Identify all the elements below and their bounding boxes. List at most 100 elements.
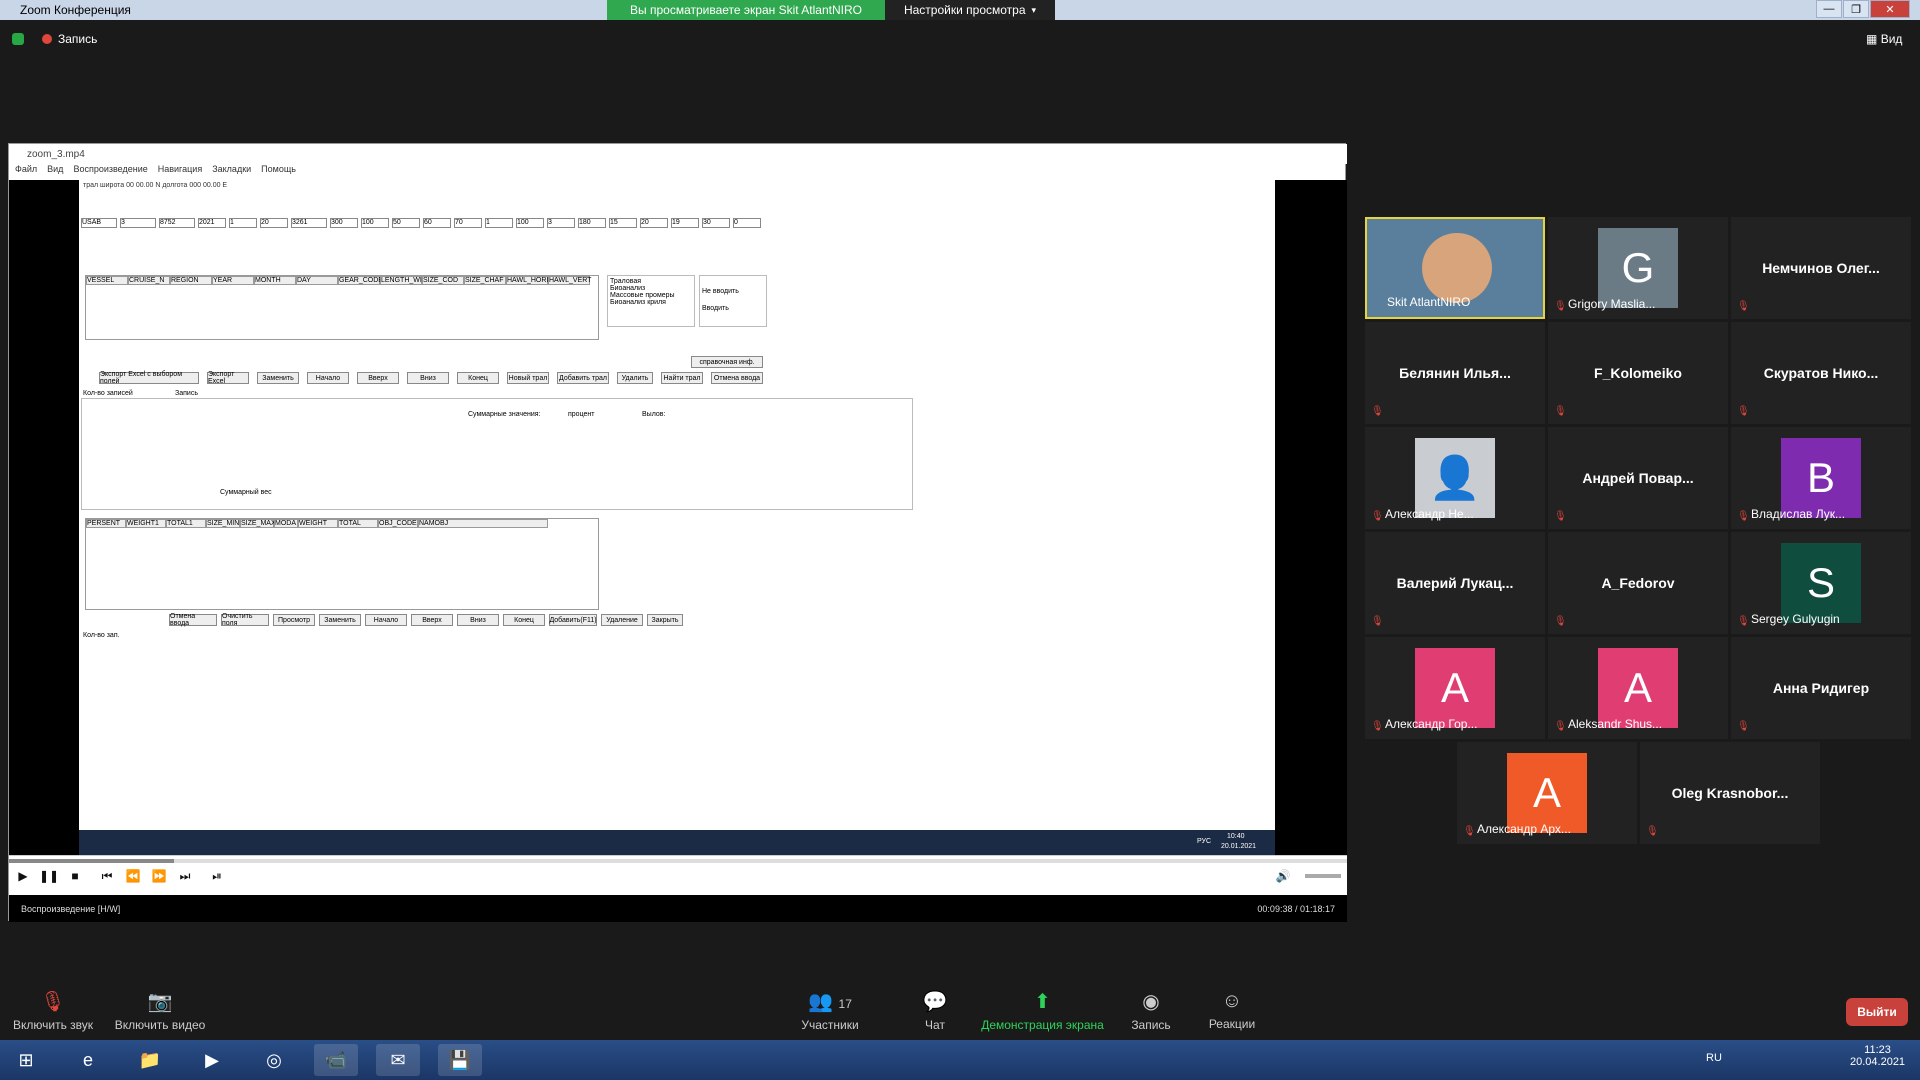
field-fail[interactable]: 0 bbox=[733, 218, 761, 228]
volume-slider[interactable] bbox=[1305, 874, 1341, 878]
participant-tile[interactable]: 👤 Александр Не... 🎙 bbox=[1365, 427, 1545, 529]
reference-button[interactable]: справочная инф. bbox=[691, 356, 763, 368]
volume-icon[interactable]: 🔊 bbox=[1275, 868, 1291, 884]
rewind-icon[interactable]: ⏪ bbox=[125, 868, 141, 884]
participant-tile[interactable]: A_Fedorov 🎙 bbox=[1548, 532, 1728, 634]
field-year[interactable]: 2021 bbox=[198, 218, 226, 228]
internet-explorer-icon[interactable]: e bbox=[66, 1044, 110, 1076]
interval-yes[interactable]: Вводить bbox=[702, 305, 764, 312]
zoom-app-icon[interactable]: 📹 bbox=[314, 1044, 358, 1076]
participant-tile[interactable]: Oleg Krasnobor... 🎙 bbox=[1640, 742, 1820, 844]
messenger-icon[interactable]: ✉ bbox=[376, 1044, 420, 1076]
forward-icon[interactable]: ⏩ bbox=[151, 868, 167, 884]
participant-tile[interactable]: Андрей Повар... 🎙 bbox=[1548, 427, 1728, 529]
down-button-2[interactable]: Вниз bbox=[457, 614, 499, 626]
field-vessel[interactable]: USAB bbox=[81, 218, 117, 228]
down-button[interactable]: Вниз bbox=[407, 372, 449, 384]
chat-button[interactable]: 💬 Чат bbox=[910, 980, 960, 1040]
interval-no[interactable]: Не вводить bbox=[702, 288, 764, 295]
trawl-table[interactable]: VESSEL CRUISE_N REGION YEAR MONTH DAY GE… bbox=[85, 275, 599, 340]
cancel-input-button[interactable]: Отмена ввода bbox=[711, 372, 763, 384]
field-stop[interactable]: 20 bbox=[640, 218, 668, 228]
participant-tile[interactable]: F_Kolomeiko 🎙 bbox=[1548, 322, 1728, 424]
replace-button[interactable]: Заменить bbox=[257, 372, 299, 384]
participant-tile[interactable]: Белянин Илья... 🎙 bbox=[1365, 322, 1545, 424]
database-app-icon[interactable]: 💾 bbox=[438, 1044, 482, 1076]
media-player-icon[interactable]: ▶ bbox=[190, 1044, 234, 1076]
field-hour[interactable]: 15 bbox=[609, 218, 637, 228]
new-trawl-button[interactable]: Новый трал bbox=[507, 372, 549, 384]
catch-table[interactable]: PERSENT WEIGHT1 TOTAL1 SIZE_MIN SIZE_MAX… bbox=[85, 518, 599, 610]
windows-start-icon[interactable]: ⊞ bbox=[4, 1044, 48, 1076]
seek-bar[interactable] bbox=[9, 859, 1347, 863]
menu-playback[interactable]: Воспроизведение bbox=[73, 164, 147, 180]
participant-tile[interactable]: A Aleksandr Shus... 🎙 bbox=[1548, 637, 1728, 739]
pause-icon[interactable]: ❚❚ bbox=[39, 868, 59, 884]
add-trawl-button[interactable]: Добавить трал bbox=[557, 372, 609, 384]
field-gear[interactable]: 3261 bbox=[291, 218, 327, 228]
first-button[interactable]: Начало bbox=[307, 372, 349, 384]
delete-button[interactable]: Удалить bbox=[617, 372, 653, 384]
menu-navigation[interactable]: Навигация bbox=[158, 164, 202, 180]
participant-tile[interactable]: Валерий Лукац... 🎙 bbox=[1365, 532, 1545, 634]
replace-button-2[interactable]: Заменить bbox=[319, 614, 361, 626]
field-trawl-num[interactable]: 1 bbox=[485, 218, 513, 228]
info-type-bioanalysis[interactable]: Биоанализ bbox=[610, 285, 692, 292]
field-course[interactable]: 180 bbox=[578, 218, 606, 228]
start-video-button[interactable]: 📷 Включить видео bbox=[110, 980, 210, 1040]
leave-button[interactable]: Выйти bbox=[1846, 998, 1908, 1026]
menu-file[interactable]: Файл bbox=[15, 164, 37, 180]
field-vert[interactable]: 70 bbox=[454, 218, 482, 228]
file-explorer-icon[interactable]: 📁 bbox=[128, 1044, 172, 1076]
system-clock[interactable]: 11:23 20.04.2021 bbox=[1850, 1044, 1905, 1068]
cancel-input-button-2[interactable]: Отмена ввода bbox=[169, 613, 217, 627]
menu-bookmarks[interactable]: Закладки bbox=[212, 164, 251, 180]
reactions-button[interactable]: ☺ Реакции bbox=[1200, 980, 1264, 1040]
chrome-icon[interactable]: ◎ bbox=[252, 1044, 296, 1076]
field-depth-up[interactable]: 300 bbox=[330, 218, 358, 228]
minimize-button[interactable]: — bbox=[1816, 0, 1842, 18]
participant-tile[interactable]: Немчинов Олег... 🎙 bbox=[1731, 217, 1911, 319]
info-type-mass[interactable]: Массовые промеры bbox=[610, 292, 692, 299]
close-button[interactable]: ✕ bbox=[1870, 0, 1910, 18]
language-indicator[interactable]: RU bbox=[1706, 1052, 1722, 1064]
play-icon[interactable]: ▶ bbox=[15, 868, 31, 884]
first-button-2[interactable]: Начало bbox=[365, 614, 407, 626]
participant-tile[interactable]: S Sergey Gulyugin 🎙 bbox=[1731, 532, 1911, 634]
next-icon[interactable]: ⏭ bbox=[177, 868, 193, 884]
stop-icon[interactable]: ■ bbox=[67, 868, 83, 884]
field-speed[interactable]: 3 bbox=[547, 218, 575, 228]
add-f11-button[interactable]: Добавить(F11) bbox=[549, 614, 597, 626]
info-type-trawl[interactable]: Траловая bbox=[610, 278, 692, 285]
participant-tile[interactable]: Анна Ридигер 🎙 bbox=[1731, 637, 1911, 739]
participant-tile[interactable]: Скуратов Нико... 🎙 bbox=[1731, 322, 1911, 424]
video-area[interactable]: трал широта 00 00.00 N долгота 000 00.00… bbox=[9, 180, 1347, 855]
info-type-krill[interactable]: Биоанализ криля bbox=[610, 299, 692, 306]
field-size1[interactable]: 100 bbox=[361, 218, 389, 228]
view-button[interactable]: ▦ Вид bbox=[1866, 32, 1902, 46]
field-cruise[interactable]: 3 bbox=[120, 218, 156, 228]
menu-view[interactable]: Вид bbox=[47, 164, 63, 180]
field-mid[interactable]: 100 bbox=[516, 218, 544, 228]
clear-fields-button[interactable]: Очистить поля bbox=[221, 613, 269, 627]
export-excel-button[interactable]: Экспорт Excel bbox=[207, 371, 249, 385]
up-button-2[interactable]: Вверх bbox=[411, 614, 453, 626]
field-size2[interactable]: 50 bbox=[392, 218, 420, 228]
last-button-2[interactable]: Конец bbox=[503, 614, 545, 626]
participant-tile[interactable]: G Grigory Maslia... 🎙 bbox=[1548, 217, 1728, 319]
participant-tile[interactable]: Skit AtlantNIRO bbox=[1365, 217, 1545, 319]
field-stop2[interactable]: 30 bbox=[702, 218, 730, 228]
previous-icon[interactable]: ⏮ bbox=[99, 868, 115, 884]
participant-tile[interactable]: A Александр Гор... 🎙 bbox=[1365, 637, 1545, 739]
share-screen-button[interactable]: ⬆ Демонстрация экрана bbox=[975, 980, 1110, 1040]
preview-button[interactable]: Просмотр bbox=[273, 614, 315, 626]
participant-tile[interactable]: B Владислав Лук... 🎙 bbox=[1731, 427, 1911, 529]
view-options-dropdown[interactable]: Настройки просмотра ▾ bbox=[885, 0, 1055, 20]
participant-tile[interactable]: A Александр Арх... 🎙 bbox=[1457, 742, 1637, 844]
field-horiz[interactable]: 60 bbox=[423, 218, 451, 228]
export-excel-fields-button[interactable]: Экспорт Excel с выбором полей bbox=[99, 371, 199, 385]
unmute-button[interactable]: 🎙 Включить звук bbox=[8, 980, 98, 1040]
field-sn[interactable]: 19 bbox=[671, 218, 699, 228]
find-trawl-button[interactable]: Найти трал bbox=[661, 372, 703, 384]
frame-step-icon[interactable]: ⏯ bbox=[209, 868, 225, 884]
